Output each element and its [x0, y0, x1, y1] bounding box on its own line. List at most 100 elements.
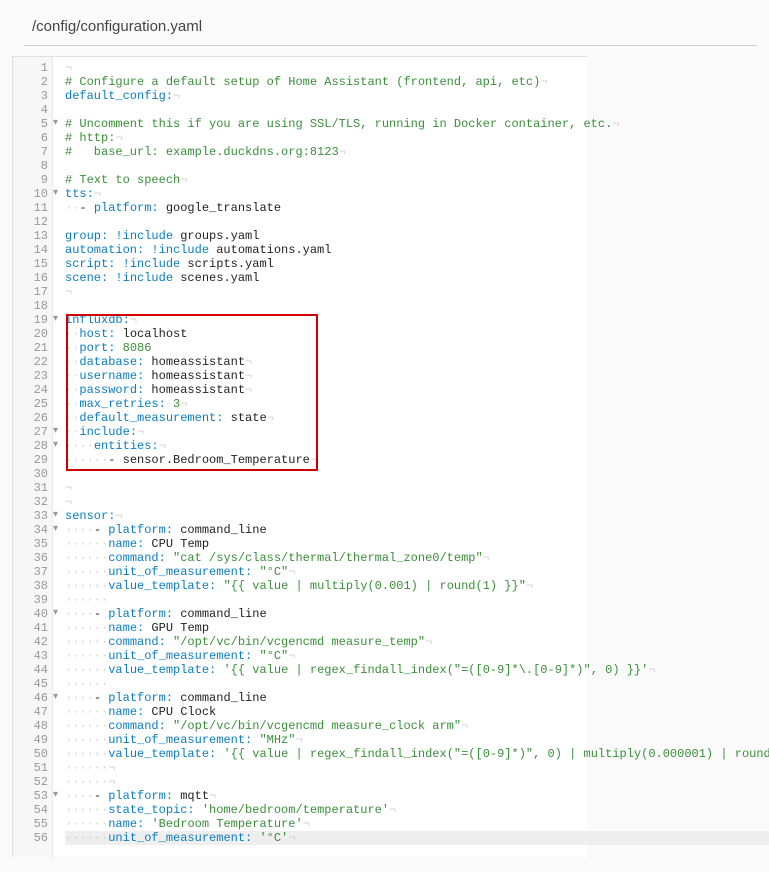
- code-line[interactable]: ······command: "/opt/vc/bin/vcgencmd mea…: [65, 719, 769, 733]
- line-number: 8: [13, 159, 48, 173]
- code-area[interactable]: ¬# Configure a default setup of Home Ass…: [63, 57, 769, 857]
- code-line[interactable]: ····entities:¬: [65, 439, 769, 453]
- code-line[interactable]: ··- platform: google_translate: [65, 201, 769, 215]
- code-line[interactable]: ······- sensor.Bedroom_Temperature¬: [65, 453, 769, 467]
- line-number: 3: [13, 89, 48, 103]
- fold-marker: [53, 761, 63, 775]
- line-number: 16: [13, 271, 48, 285]
- code-line[interactable]: ······value_template: '{{ value | regex_…: [65, 747, 769, 761]
- line-number: 31: [13, 481, 48, 495]
- code-line[interactable]: ··port: 8086: [65, 341, 769, 355]
- code-line[interactable]: ······unit_of_measurement: '°C'¬: [65, 831, 769, 845]
- code-line[interactable]: # base_url: example.duckdns.org:8123¬: [65, 145, 769, 159]
- fold-marker: [53, 817, 63, 831]
- fold-marker: [53, 145, 63, 159]
- fold-marker: [53, 593, 63, 607]
- line-number: 50: [13, 747, 48, 761]
- fold-marker[interactable]: ▾: [53, 509, 63, 523]
- code-line[interactable]: scene: !include scenes.yaml: [65, 271, 769, 285]
- code-line[interactable]: # Configure a default setup of Home Assi…: [65, 75, 769, 89]
- code-line[interactable]: ··host: localhost: [65, 327, 769, 341]
- code-line[interactable]: ··max_retries: 3¬: [65, 397, 769, 411]
- line-number: 44: [13, 663, 48, 677]
- fold-marker[interactable]: ▾: [53, 439, 63, 453]
- code-line[interactable]: ¬: [65, 285, 769, 299]
- code-line[interactable]: default_config:¬: [65, 89, 769, 103]
- line-number: 47: [13, 705, 48, 719]
- code-line[interactable]: ······¬: [65, 761, 769, 775]
- code-line[interactable]: ······command: "cat /sys/class/thermal/t…: [65, 551, 769, 565]
- code-line[interactable]: ······state_topic: 'home/bedroom/tempera…: [65, 803, 769, 817]
- code-line[interactable]: ······: [65, 677, 769, 691]
- code-line[interactable]: ··default_measurement: state¬: [65, 411, 769, 425]
- code-line[interactable]: ······unit_of_measurement: "MHz"¬: [65, 733, 769, 747]
- code-line[interactable]: tts:¬: [65, 187, 769, 201]
- line-number: 22: [13, 355, 48, 369]
- code-line[interactable]: ······value_template: "{{ value | multip…: [65, 579, 769, 593]
- code-line[interactable]: [65, 103, 769, 117]
- fold-marker[interactable]: ▾: [53, 187, 63, 201]
- code-line[interactable]: [65, 215, 769, 229]
- code-line[interactable]: ¬: [65, 61, 769, 75]
- code-editor[interactable]: 1234567891011121314151617181920212223242…: [12, 56, 587, 857]
- file-path-header: /config/configuration.yaml: [24, 10, 757, 46]
- line-number: 19: [13, 313, 48, 327]
- code-line[interactable]: ······name: GPU Temp: [65, 621, 769, 635]
- fold-marker: [53, 565, 63, 579]
- code-line[interactable]: ··include:¬: [65, 425, 769, 439]
- line-number: 45: [13, 677, 48, 691]
- fold-marker[interactable]: ▾: [53, 313, 63, 327]
- code-line[interactable]: ··database: homeassistant¬: [65, 355, 769, 369]
- line-number: 38: [13, 579, 48, 593]
- code-line[interactable]: ······name: CPU Clock: [65, 705, 769, 719]
- code-line[interactable]: ······command: "/opt/vc/bin/vcgencmd mea…: [65, 635, 769, 649]
- code-line[interactable]: automation: !include automations.yaml: [65, 243, 769, 257]
- code-line[interactable]: ······: [65, 593, 769, 607]
- code-line[interactable]: ······value_template: '{{ value | regex_…: [65, 663, 769, 677]
- fold-marker[interactable]: ▾: [53, 789, 63, 803]
- fold-marker: [53, 537, 63, 551]
- line-number: 13: [13, 229, 48, 243]
- line-number: 27: [13, 425, 48, 439]
- code-line[interactable]: ······¬: [65, 775, 769, 789]
- code-line[interactable]: [65, 299, 769, 313]
- code-line[interactable]: ··password: homeassistant¬: [65, 383, 769, 397]
- fold-marker[interactable]: ▾: [53, 523, 63, 537]
- code-line[interactable]: # Uncomment this if you are using SSL/TL…: [65, 117, 769, 131]
- line-number: 2: [13, 75, 48, 89]
- code-line[interactable]: ····- platform: command_line: [65, 607, 769, 621]
- code-line[interactable]: ······name: CPU Temp: [65, 537, 769, 551]
- code-line[interactable]: sensor:¬: [65, 509, 769, 523]
- fold-marker: [53, 131, 63, 145]
- code-line[interactable]: ¬: [65, 481, 769, 495]
- code-line[interactable]: # Text to speech¬: [65, 173, 769, 187]
- code-line[interactable]: ····- platform: command_line: [65, 523, 769, 537]
- line-number: 53: [13, 789, 48, 803]
- line-number: 11: [13, 201, 48, 215]
- fold-marker[interactable]: ▾: [53, 425, 63, 439]
- code-line[interactable]: ····- platform: command_line: [65, 691, 769, 705]
- line-number: 10: [13, 187, 48, 201]
- fold-marker: [53, 649, 63, 663]
- code-line[interactable]: ¬: [65, 495, 769, 509]
- code-line[interactable]: group: !include groups.yaml: [65, 229, 769, 243]
- code-line[interactable]: ······unit_of_measurement: "°C"¬: [65, 565, 769, 579]
- code-line[interactable]: ····- platform: mqtt¬: [65, 789, 769, 803]
- fold-marker: [53, 411, 63, 425]
- code-line[interactable]: ··username: homeassistant¬: [65, 369, 769, 383]
- line-number: 48: [13, 719, 48, 733]
- fold-gutter[interactable]: ▾▾▾▾▾▾▾▾▾▾: [53, 57, 63, 857]
- code-line[interactable]: [65, 159, 769, 173]
- code-line[interactable]: script: !include scripts.yaml: [65, 257, 769, 271]
- fold-marker[interactable]: ▾: [53, 117, 63, 131]
- line-number: 52: [13, 775, 48, 789]
- fold-marker: [53, 733, 63, 747]
- code-line[interactable]: influxdb:¬: [65, 313, 769, 327]
- line-number: 26: [13, 411, 48, 425]
- code-line[interactable]: [65, 467, 769, 481]
- code-line[interactable]: # http:¬: [65, 131, 769, 145]
- code-line[interactable]: ······name: 'Bedroom Temperature'¬: [65, 817, 769, 831]
- fold-marker[interactable]: ▾: [53, 691, 63, 705]
- fold-marker[interactable]: ▾: [53, 607, 63, 621]
- code-line[interactable]: ······unit_of_measurement: "°C"¬: [65, 649, 769, 663]
